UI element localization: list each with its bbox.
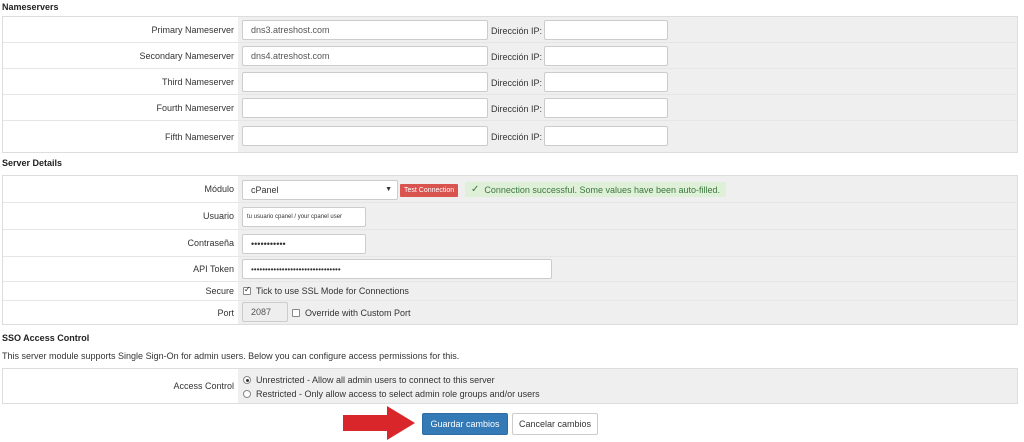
- secure-text: Tick to use SSL Mode for Connections: [256, 286, 409, 296]
- nameserver-label-4: Fourth Nameserver: [3, 95, 238, 120]
- module-select[interactable]: cPanel ▼: [242, 180, 398, 200]
- nameserver-row-1: Primary Nameserver dns3.atreshost.com Di…: [3, 17, 1017, 43]
- port-label: Port: [3, 301, 238, 324]
- ip-input-4[interactable]: [544, 98, 668, 118]
- override-port-text: Override with Custom Port: [305, 308, 411, 318]
- user-input[interactable]: tu usuario cpanel / your cpanel user: [242, 207, 366, 227]
- server-details-title: Server Details: [2, 158, 63, 168]
- nameserver-row-4: Fourth Nameserver Dirección IP:: [3, 95, 1017, 121]
- access-control-label: Access Control: [3, 369, 238, 403]
- nameserver-row-3: Third Nameserver Dirección IP:: [3, 69, 1017, 95]
- user-row: Usuario tu usuario cpanel / your cpanel …: [3, 203, 1017, 230]
- nameserver-label-3: Third Nameserver: [3, 69, 238, 94]
- api-token-input[interactable]: ••••••••••••••••••••••••••••••••: [242, 259, 552, 279]
- secure-row: Secure Tick to use SSL Mode for Connecti…: [3, 282, 1017, 301]
- ip-label-1: Dirección IP:: [491, 26, 543, 36]
- nameserver-input-3[interactable]: [242, 72, 488, 92]
- nameserver-label-2: Secondary Nameserver: [3, 43, 238, 68]
- sso-title: SSO Access Control: [2, 333, 90, 343]
- nameserver-input-4[interactable]: [242, 98, 488, 118]
- ip-input-3[interactable]: [544, 72, 668, 92]
- chevron-down-icon: ▼: [385, 186, 392, 193]
- module-row: Módulo cPanel ▼ Test Connection ✓ Connec…: [3, 176, 1017, 203]
- port-row: Port 2087 Override with Custom Port: [3, 301, 1017, 324]
- secure-label: Secure: [3, 282, 238, 300]
- nameserver-label-5: Fifth Nameserver: [3, 121, 238, 152]
- test-connection-button[interactable]: Test Connection: [400, 184, 459, 197]
- api-token-label: API Token: [3, 257, 238, 281]
- port-input[interactable]: 2087: [242, 302, 288, 322]
- nameserver-input-5[interactable]: [242, 126, 488, 146]
- check-icon: ✓: [471, 184, 480, 195]
- nameserver-label-1: Primary Nameserver: [3, 17, 238, 42]
- ip-input-2[interactable]: [544, 46, 668, 66]
- unrestricted-radio[interactable]: [243, 376, 251, 384]
- api-token-row: API Token ••••••••••••••••••••••••••••••…: [3, 257, 1017, 282]
- nameserver-input-2[interactable]: dns4.atreshost.com: [242, 46, 488, 66]
- nameservers-title: Nameservers: [2, 2, 59, 12]
- secure-checkbox[interactable]: [243, 285, 251, 295]
- override-port-checkbox[interactable]: [292, 309, 300, 317]
- nameservers-panel: Primary Nameserver dns3.atreshost.com Di…: [2, 16, 1018, 153]
- user-label: Usuario: [3, 203, 238, 229]
- password-row: Contraseña •••••••••••: [3, 230, 1017, 257]
- restricted-label: Restricted - Only allow access to select…: [256, 389, 540, 399]
- ip-label-2: Dirección IP:: [491, 52, 543, 62]
- success-message: Connection successful. Some values have …: [484, 184, 721, 195]
- unrestricted-label: Unrestricted - Allow all admin users to …: [256, 375, 495, 385]
- restricted-radio[interactable]: [243, 390, 251, 398]
- red-arrow-icon: [343, 406, 415, 440]
- success-alert: ✓ Connection successful. Some values hav…: [465, 182, 727, 197]
- password-input[interactable]: •••••••••••: [242, 234, 366, 254]
- nameserver-input-1[interactable]: dns3.atreshost.com: [242, 20, 488, 40]
- ip-label-4: Dirección IP:: [491, 104, 543, 114]
- access-control-row: Access Control Unrestricted - Allow all …: [3, 369, 1017, 403]
- ip-label-3: Dirección IP:: [491, 78, 543, 88]
- module-select-value: cPanel: [251, 185, 279, 195]
- cancel-changes-button[interactable]: Cancelar cambios: [512, 413, 598, 435]
- server-details-panel: Módulo cPanel ▼ Test Connection ✓ Connec…: [2, 175, 1018, 325]
- save-changes-button[interactable]: Guardar cambios: [422, 413, 508, 435]
- module-label: Módulo: [3, 176, 238, 202]
- nameserver-row-2: Secondary Nameserver dns4.atreshost.com …: [3, 43, 1017, 69]
- password-label: Contraseña: [3, 230, 238, 256]
- nameserver-row-5: Fifth Nameserver Dirección IP:: [3, 121, 1017, 152]
- ip-label-5: Dirección IP:: [491, 132, 543, 142]
- ip-input-5[interactable]: [544, 126, 668, 146]
- ip-input-1[interactable]: [544, 20, 668, 40]
- sso-panel: Access Control Unrestricted - Allow all …: [2, 368, 1018, 404]
- sso-description: This server module supports Single Sign-…: [2, 351, 460, 361]
